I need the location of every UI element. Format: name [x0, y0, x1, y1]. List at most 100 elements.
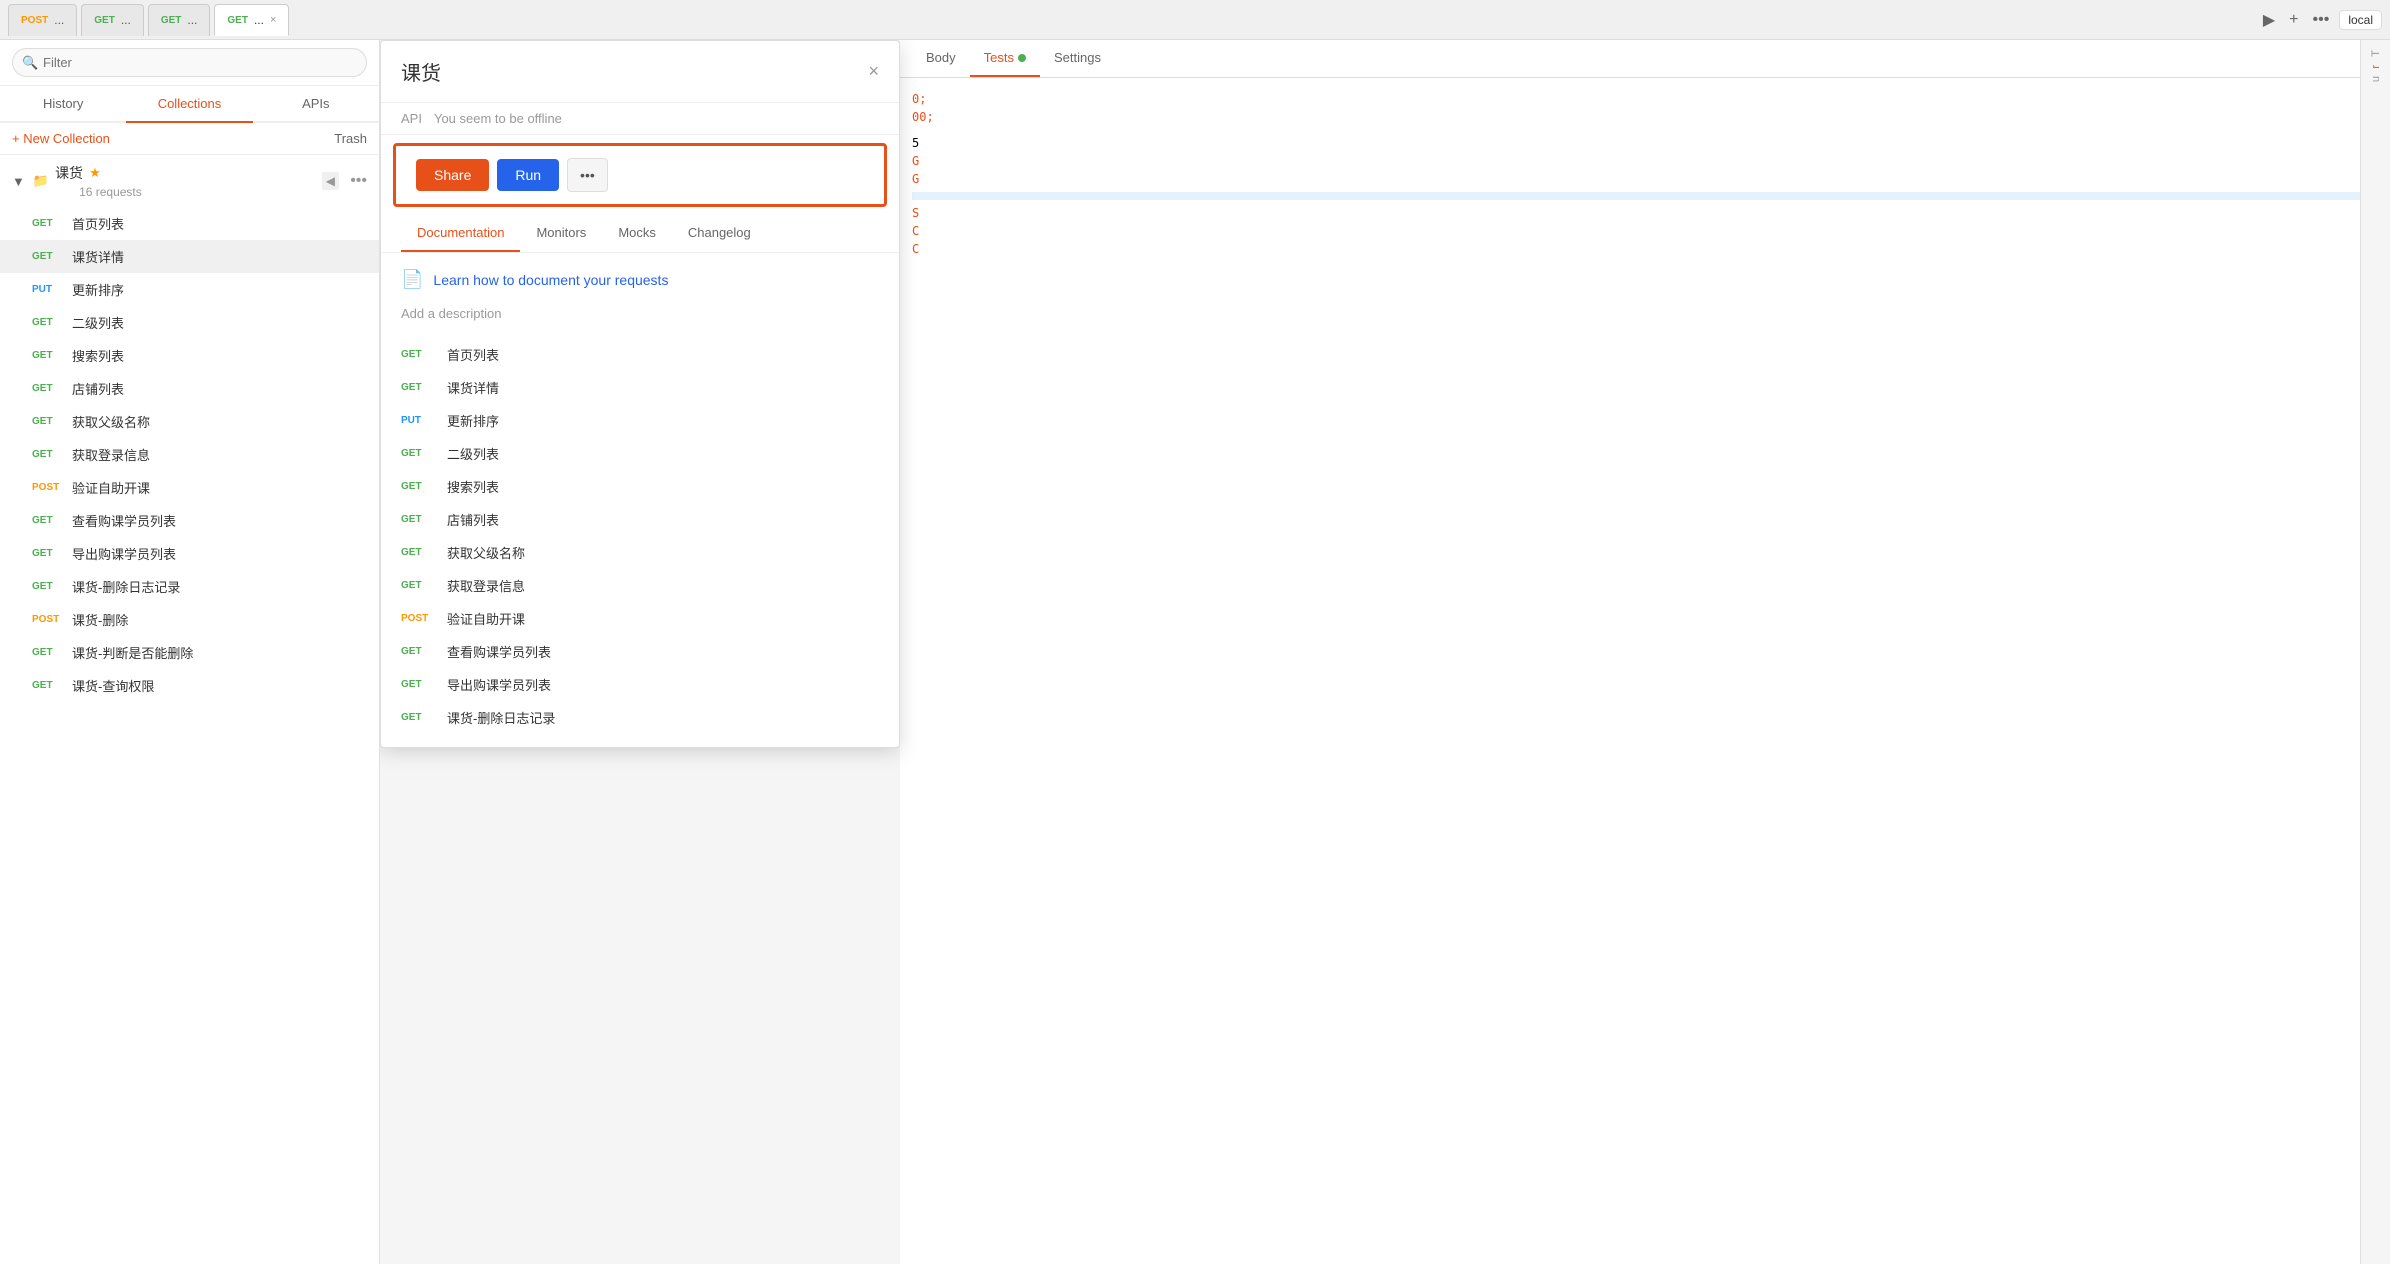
tab-get2[interactable]: GET ... — [148, 4, 211, 36]
list-item[interactable]: GET 首页列表 — [0, 207, 379, 240]
code-area: 0; 00; 5 G G S C C — [900, 78, 2390, 1264]
new-collection-button[interactable]: + New Collection — [12, 131, 110, 146]
tab-get3[interactable]: GET ... × — [214, 4, 289, 36]
more-tabs-button[interactable]: ••• — [2309, 7, 2334, 33]
sidebar: 🔍 History Collections APIs + New Collect… — [0, 40, 380, 1264]
tab-action-buttons: ▶ + ••• local — [2259, 6, 2382, 34]
method-tag-get: GET — [32, 680, 66, 691]
list-item[interactable]: GET 获取父级名称 — [0, 405, 379, 438]
list-item: GET 首页列表 — [401, 341, 879, 368]
sidebar-item-collections[interactable]: Collections — [126, 86, 252, 123]
method-tag-get: GET — [401, 646, 435, 657]
tab-post1[interactable]: POST ... — [8, 4, 77, 36]
sidebar-list: ▼ 📁 课货 ★ 16 requests ◀ ••• GET 首页列表 — [0, 155, 379, 1264]
learn-link[interactable]: Learn how to document your requests — [433, 272, 668, 288]
sidebar-item-apis[interactable]: APIs — [253, 86, 379, 121]
method-badge-get3: GET — [227, 15, 248, 26]
list-item[interactable]: GET 店铺列表 — [0, 372, 379, 405]
list-item[interactable]: GET 课货-查询权限 — [0, 669, 379, 702]
top-tab-bar: POST ... GET ... GET ... GET ... × ▶ + •… — [0, 0, 2390, 40]
modal-body: 📄 Learn how to document your requests Ad… — [381, 253, 899, 747]
environment-badge[interactable]: local — [2339, 10, 2382, 30]
modal-api-label: API — [401, 111, 422, 126]
code-line: S — [912, 204, 2378, 222]
add-tab-button[interactable]: + — [2285, 7, 2302, 33]
share-button[interactable]: Share — [416, 159, 489, 191]
modal-tabs: Documentation Monitors Mocks Changelog — [381, 215, 899, 253]
code-line: C — [912, 222, 2378, 240]
collection-info: 课货 ★ 16 requests — [55, 163, 142, 199]
list-item[interactable]: POST 课货-删除 — [0, 603, 379, 636]
method-tag-get: GET — [32, 515, 66, 526]
list-item[interactable]: GET 搜索列表 — [0, 339, 379, 372]
list-item[interactable]: GET 二级列表 — [0, 306, 379, 339]
method-tag-get: GET — [401, 448, 435, 459]
chevron-down-icon[interactable]: ▼ — [12, 174, 25, 189]
list-item[interactable]: GET 导出购课学员列表 — [0, 537, 379, 570]
list-item[interactable]: POST 验证自助开课 — [0, 471, 379, 504]
tab-tests[interactable]: Tests — [970, 40, 1040, 77]
tab-changelog[interactable]: Changelog — [672, 215, 767, 252]
tab-get1[interactable]: GET ... — [81, 4, 144, 36]
tab-label: ... — [121, 13, 131, 27]
method-tag-get: GET — [32, 251, 66, 262]
method-tag-post: POST — [401, 613, 435, 624]
collection-header-wrap: ▼ 📁 课货 ★ 16 requests ◀ ••• — [0, 155, 379, 207]
modal-title: 课货 — [401, 57, 441, 86]
offline-notice: You seem to be offline — [434, 111, 562, 126]
play-button[interactable]: ▶ — [2259, 6, 2279, 34]
endpoint-name: 搜索列表 — [447, 477, 499, 496]
list-item[interactable]: GET 查看购课学员列表 — [0, 504, 379, 537]
modal-header: 课货 × — [381, 41, 899, 103]
method-tag-get: GET — [32, 317, 66, 328]
tab-monitors[interactable]: Monitors — [520, 215, 602, 252]
tab-documentation[interactable]: Documentation — [401, 215, 520, 252]
method-tag-get: GET — [32, 548, 66, 559]
request-name: 课货-查询权限 — [72, 676, 154, 695]
collection-more-button[interactable]: ••• — [350, 172, 367, 190]
method-tag-put: PUT — [32, 284, 66, 295]
endpoint-name: 获取父级名称 — [447, 543, 525, 562]
endpoint-name: 导出购课学员列表 — [447, 675, 551, 694]
tab-body[interactable]: Body — [912, 40, 970, 77]
modal-close-button[interactable]: × — [868, 61, 879, 82]
code-line: 00; — [912, 108, 2378, 126]
main-layout: 🔍 History Collections APIs + New Collect… — [0, 40, 2390, 1264]
method-tag-post: POST — [32, 614, 66, 625]
tab-mocks[interactable]: Mocks — [602, 215, 672, 252]
list-item: GET 搜索列表 — [401, 473, 879, 500]
method-tag-get: GET — [401, 514, 435, 525]
code-line: G — [912, 152, 2378, 170]
method-tag-get: GET — [401, 547, 435, 558]
sub-tabs: Body Tests Settings — [900, 40, 2390, 78]
tab-close-icon[interactable]: × — [270, 14, 276, 26]
request-name: 课货详情 — [72, 247, 124, 266]
tests-label: Tests — [984, 50, 1014, 65]
search-input[interactable] — [12, 48, 367, 77]
endpoint-name: 验证自助开课 — [447, 609, 525, 628]
list-item[interactable]: GET 获取登录信息 — [0, 438, 379, 471]
add-description-button[interactable]: Add a description — [401, 306, 879, 321]
list-item[interactable]: GET 课货-删除日志记录 — [0, 570, 379, 603]
trash-button[interactable]: Trash — [334, 131, 367, 146]
method-tag-get: GET — [401, 679, 435, 690]
request-name: 首页列表 — [72, 214, 124, 233]
endpoint-name: 更新排序 — [447, 411, 499, 430]
endpoint-name: 店铺列表 — [447, 510, 499, 529]
list-item[interactable]: PUT 更新排序 — [0, 273, 379, 306]
code-line: C — [912, 240, 2378, 258]
folder-icon: 📁 — [33, 173, 49, 189]
code-line: 0; — [912, 90, 2378, 108]
list-item[interactable]: GET 课货-判断是否能删除 — [0, 636, 379, 669]
sidebar-item-history[interactable]: History — [0, 86, 126, 121]
endpoint-name: 获取登录信息 — [447, 576, 525, 595]
modal-api-row: API You seem to be offline — [381, 103, 899, 135]
request-name: 验证自助开课 — [72, 478, 150, 497]
method-badge-post: POST — [21, 15, 48, 26]
endpoint-name: 首页列表 — [447, 345, 499, 364]
tab-settings[interactable]: Settings — [1040, 40, 1115, 77]
collapse-arrow-icon[interactable]: ◀ — [322, 172, 339, 190]
run-button[interactable]: Run — [497, 159, 559, 191]
list-item[interactable]: GET 课货详情 — [0, 240, 379, 273]
more-options-button[interactable]: ••• — [567, 158, 608, 192]
